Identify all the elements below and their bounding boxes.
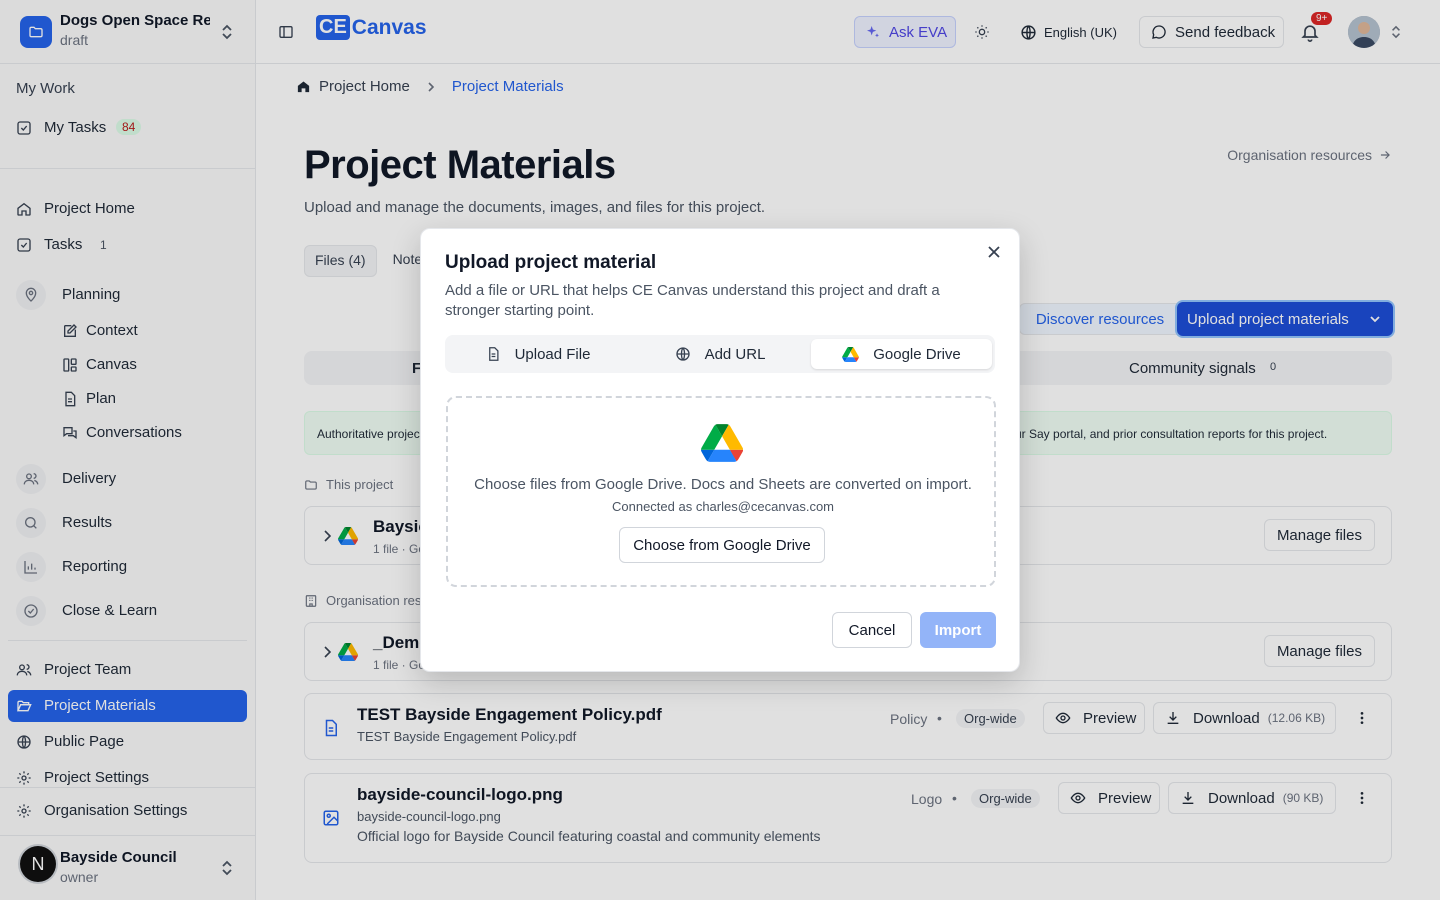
globe-icon	[675, 346, 691, 362]
google-drive-dropzone: Choose files from Google Drive. Docs and…	[446, 396, 996, 587]
drive-instructions: Choose files from Google Drive. Docs and…	[474, 476, 972, 493]
google-drive-icon	[842, 346, 860, 362]
close-icon[interactable]	[987, 245, 1005, 263]
tab-label: Add URL	[704, 345, 766, 363]
connected-account: Connected as charles@cecanvas.com	[611, 499, 835, 514]
tab-label: Google Drive	[873, 345, 961, 363]
file-text-icon	[486, 346, 501, 362]
google-drive-icon	[701, 424, 743, 462]
import-button[interactable]: Import	[920, 612, 996, 648]
choose-from-google-drive-button[interactable]: Choose from Google Drive	[619, 527, 825, 563]
tab-label: Upload File	[514, 345, 591, 363]
cancel-button[interactable]: Cancel	[832, 612, 912, 648]
upload-source-tabs: Upload File Add URL Google Drive	[445, 335, 995, 373]
upload-material-dialog: Upload project material Add a file or UR…	[420, 228, 1020, 672]
dialog-title: Upload project material	[445, 252, 657, 273]
tab-add-url[interactable]: Add URL	[631, 339, 809, 369]
dialog-description: Add a file or URL that helps CE Canvas u…	[445, 282, 940, 319]
tab-google-drive[interactable]: Google Drive	[811, 339, 992, 369]
tab-upload-file[interactable]: Upload File	[449, 339, 627, 369]
